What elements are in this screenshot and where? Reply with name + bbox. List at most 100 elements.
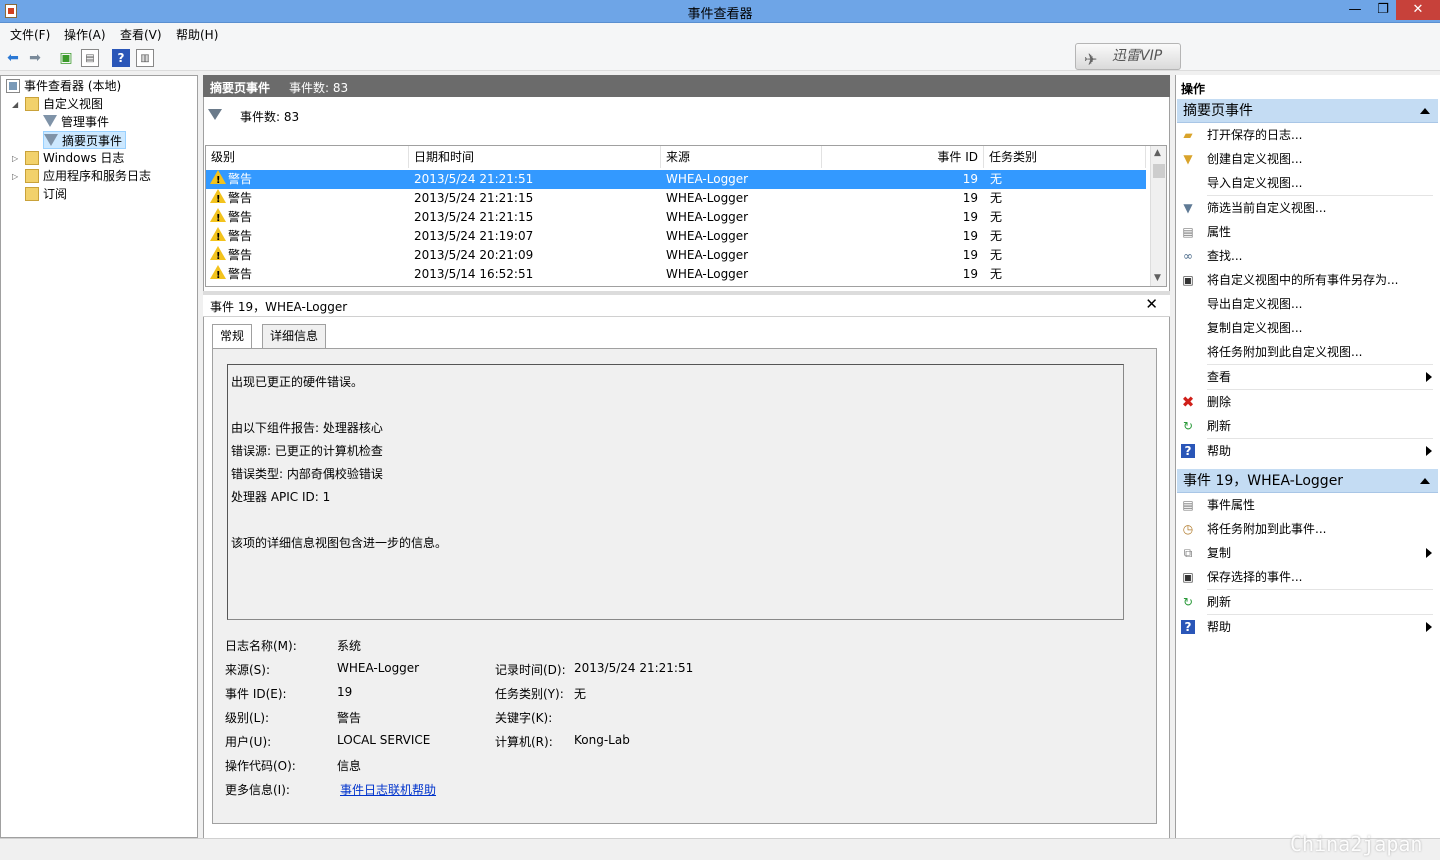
center-event-count: 事件数: 83 — [289, 81, 349, 95]
properties-icon: ▤ — [1182, 225, 1194, 239]
section-event-19[interactable]: 事件 19，WHEA-Logger — [1177, 469, 1438, 493]
row-event-id: 19 — [962, 248, 978, 262]
save-icon: ▣ — [1182, 273, 1194, 287]
help-icon: ? — [1181, 444, 1195, 458]
row-source: WHEA-Logger — [666, 172, 749, 186]
action-view[interactable]: 查看 — [1180, 366, 1436, 388]
action-help[interactable]: ? 帮助 — [1180, 440, 1436, 462]
action-save-all-events[interactable]: ▣ 将自定义视图中的所有事件另存为... — [1180, 269, 1436, 291]
table-row[interactable]: 警告 2013/5/14 16:52:51 WHEA-Logger 19 无 — [206, 265, 1146, 285]
divider — [1207, 364, 1433, 365]
field-value-log-name: 系统 — [337, 639, 362, 653]
tree-item-root[interactable]: 事件查看器 (本地) — [6, 77, 121, 95]
column-header-datetime[interactable]: 日期和时间 — [409, 146, 661, 168]
action-create-custom-view[interactable]: ▼ 创建自定义视图... — [1180, 148, 1436, 170]
field-label-level: 级别(L): — [225, 711, 270, 725]
tree-item-app-service-logs[interactable]: 应用程序和服务日志 — [25, 167, 151, 185]
back-arrow-icon[interactable]: ⬅ — [4, 49, 22, 67]
action-find[interactable]: ∞ 查找... — [1180, 245, 1436, 267]
action-filter-current-view[interactable]: ▼ 筛选当前自定义视图... — [1180, 197, 1436, 219]
action-attach-task-to-event[interactable]: ◷ 将任务附加到此事件... — [1180, 518, 1436, 540]
title-bar: 事件查看器 — ❐ ✕ — [0, 0, 1440, 23]
table-row[interactable]: 警告 2013/5/24 21:21:51 WHEA-Logger 19 无 — [206, 170, 1146, 190]
action-label: 打开保存的日志... — [1207, 128, 1303, 142]
online-help-link[interactable]: 事件日志联机帮助 — [340, 781, 436, 798]
tree-item-summary-events[interactable]: 摘要页事件 — [43, 131, 127, 149]
expand-arrow-icon[interactable]: ▷ — [12, 154, 18, 163]
menu-action[interactable]: 操作(A) — [64, 26, 106, 43]
menu-file[interactable]: 文件(F) — [10, 26, 50, 43]
tree-label: 应用程序和服务日志 — [43, 169, 152, 183]
delete-icon: ✖ — [1181, 393, 1195, 411]
xunlei-vip-button[interactable]: ✈ 迅雷VIP — [1075, 43, 1181, 70]
scrollbar-thumb[interactable] — [1153, 164, 1165, 178]
row-category: 无 — [990, 210, 1003, 224]
restore-button[interactable]: ❐ — [1370, 0, 1396, 20]
show-hide-action-pane-icon[interactable]: ▥ — [136, 49, 154, 67]
help-icon[interactable]: ? — [112, 49, 130, 67]
action-copy-custom-view[interactable]: 复制自定义视图... — [1180, 317, 1436, 339]
tree-item-subscriptions[interactable]: 订阅 — [25, 185, 67, 203]
action-delete[interactable]: ✖ 删除 — [1180, 391, 1436, 413]
tab-general[interactable]: 常规 — [212, 324, 253, 349]
forward-arrow-icon[interactable]: ➡ — [26, 49, 44, 67]
collapse-section-icon[interactable] — [1420, 108, 1430, 114]
message-line: 由以下组件报告: 处理器核心 — [231, 421, 383, 435]
tree-label: Windows 日志 — [43, 151, 125, 165]
row-datetime: 2013/5/24 21:19:07 — [414, 229, 534, 243]
tree-item-admin-events[interactable]: 管理事件 — [43, 113, 109, 131]
scroll-down-icon[interactable]: ▼ — [1154, 273, 1161, 283]
column-header-source[interactable]: 来源 — [661, 146, 822, 168]
action-label: 刷新 — [1207, 419, 1232, 433]
action-save-selected-events[interactable]: ▣ 保存选择的事件... — [1180, 566, 1436, 588]
action-copy[interactable]: ⧉ 复制 — [1180, 542, 1436, 564]
field-value-level: 警告 — [337, 711, 362, 725]
open-folder-icon: ▰ — [1183, 128, 1193, 142]
table-row[interactable]: 警告 2013/5/24 20:21:09 WHEA-Logger 19 无 — [206, 246, 1146, 266]
up-folder-icon[interactable]: ▣ — [57, 49, 75, 67]
table-row[interactable]: 警告 2013/5/24 21:19:07 WHEA-Logger 19 无 — [206, 227, 1146, 247]
submenu-arrow-icon — [1426, 548, 1432, 558]
collapse-section-icon[interactable] — [1420, 478, 1430, 484]
row-event-id: 19 — [962, 210, 978, 224]
divider — [1207, 438, 1433, 439]
show-hide-tree-icon[interactable]: ▤ — [81, 49, 99, 67]
task-clock-icon: ◷ — [1182, 522, 1194, 536]
action-refresh-event[interactable]: ↻ 刷新 — [1180, 591, 1436, 613]
action-help-event[interactable]: ? 帮助 — [1180, 616, 1436, 638]
event-description[interactable]: 出现已更正的硬件错误。 由以下组件报告: 处理器核心 错误源: 已更正的计算机检… — [227, 364, 1124, 620]
action-event-properties[interactable]: ▤ 事件属性 — [1180, 494, 1436, 516]
center-header: 摘要页事件 事件数: 83 — [203, 75, 1170, 97]
minimize-button[interactable]: — — [1340, 0, 1370, 20]
action-label: 查看 — [1207, 370, 1232, 384]
column-header-task-category[interactable]: 任务类别 — [984, 146, 1146, 168]
events-scrollbar[interactable]: ▲ ▼ — [1150, 146, 1166, 286]
action-export-custom-view[interactable]: 导出自定义视图... — [1180, 293, 1436, 315]
column-header-level[interactable]: 级别 — [206, 146, 409, 168]
table-row[interactable]: 警告 2013/5/24 21:21:15 WHEA-Logger 19 无 — [206, 189, 1146, 209]
field-label-task: 任务类别(Y): — [495, 687, 564, 701]
menu-view[interactable]: 查看(V) — [120, 26, 162, 43]
action-open-saved-log[interactable]: ▰ 打开保存的日志... — [1180, 124, 1436, 146]
close-detail-icon[interactable]: ✕ — [1145, 295, 1158, 313]
tree-item-windows-logs[interactable]: Windows 日志 — [25, 149, 124, 167]
menu-help[interactable]: 帮助(H) — [176, 26, 218, 43]
action-label: 保存选择的事件... — [1207, 570, 1303, 584]
action-properties[interactable]: ▤ 属性 — [1180, 221, 1436, 243]
column-header-event-id[interactable]: 事件 ID — [822, 146, 984, 168]
tree-item-custom-views[interactable]: 自定义视图 — [25, 95, 103, 113]
tab-details[interactable]: 详细信息 — [262, 324, 327, 348]
expand-arrow-icon[interactable]: ▷ — [12, 172, 18, 181]
action-import-custom-view[interactable]: 导入自定义视图... — [1180, 172, 1436, 194]
scroll-up-icon[interactable]: ▲ — [1154, 148, 1161, 158]
action-refresh[interactable]: ↻ 刷新 — [1180, 415, 1436, 437]
center-title: 摘要页事件 — [210, 81, 271, 95]
toolbar: ⬅ ➡ ▣ ▤ ? ▥ — [0, 45, 1440, 71]
collapse-arrow-icon[interactable]: ◢ — [12, 100, 18, 109]
message-line: 错误类型: 内部奇偶校验错误 — [231, 467, 383, 481]
section-summary-events[interactable]: 摘要页事件 — [1177, 99, 1438, 123]
close-button[interactable]: ✕ — [1396, 0, 1440, 20]
action-attach-task-to-view[interactable]: 将任务附加到此自定义视图... — [1180, 341, 1436, 363]
bird-icon: ✈ — [1084, 50, 1098, 69]
table-row[interactable]: 警告 2013/5/24 21:21:15 WHEA-Logger 19 无 — [206, 208, 1146, 228]
